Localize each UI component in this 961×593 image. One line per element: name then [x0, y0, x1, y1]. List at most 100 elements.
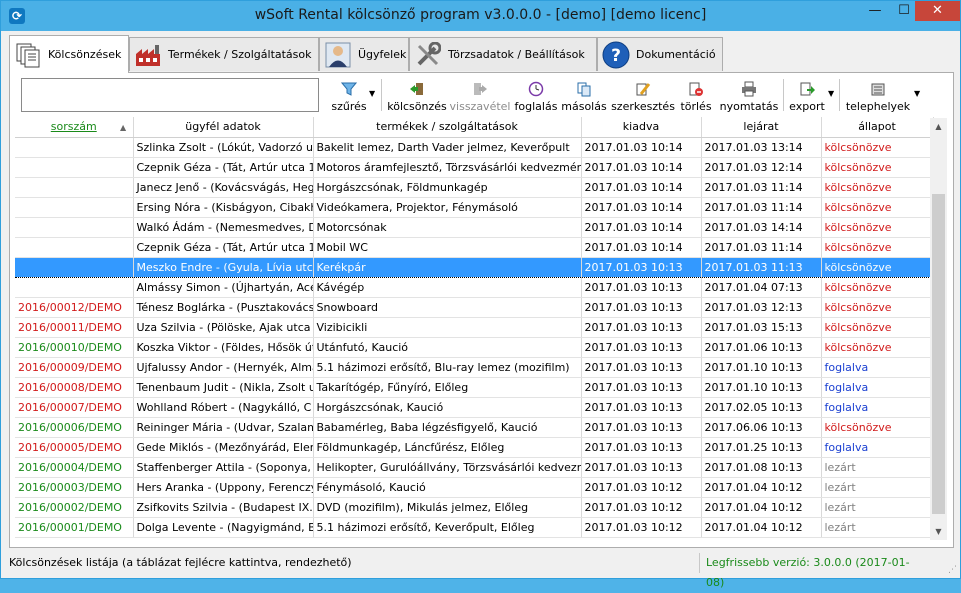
cell-items: Horgászcsónak, Kaució — [313, 397, 582, 418]
status-bar: Kölcsönzések listája (a táblázat fejlécr… — [1, 549, 960, 589]
cell-issued: 2017.01.03 10:13 — [581, 397, 702, 418]
copy-button[interactable]: másolás — [561, 77, 607, 113]
table-row[interactable]: Czepnik Géza - (Tát, Artúr utca 14 Mobil … — [15, 237, 934, 258]
building-icon — [868, 80, 888, 98]
tab-master-data-label: Törzsadatok / Beállítások — [448, 48, 585, 61]
table-row[interactable]: Janecz Jenő - (Kovácsvágás, Hegy Horgászc… — [15, 177, 934, 198]
column-header-status[interactable]: állapot — [821, 117, 934, 138]
scroll-down-icon[interactable]: ▼ — [930, 523, 947, 540]
cell-items: Babamérleg, Baba légzésfigyelő, Kaució — [313, 417, 582, 438]
table-row[interactable]: 2016/00011/DEMO Uza Szilvia - (Pölöske, A… — [15, 317, 934, 338]
tab-clients[interactable]: Ügyfelek — [319, 37, 409, 71]
reserve-button[interactable]: foglalás — [513, 77, 559, 113]
svg-text:?: ? — [611, 46, 621, 66]
cell-issued: 2017.01.03 10:13 — [581, 417, 702, 438]
cell-status: kölcsönözve — [821, 297, 934, 318]
column-header-due[interactable]: lejárat — [701, 117, 822, 138]
filter-dropdown-arrow[interactable]: ▼ — [369, 89, 375, 98]
table-row[interactable]: 2016/00007/DEMO Wohlland Róbert - (Nagyká… — [15, 397, 934, 418]
toolbar-separator — [381, 79, 382, 111]
search-input[interactable] — [21, 78, 319, 112]
table-row[interactable]: 2016/00001/DEMO Dolga Levente - (Nagyigmá… — [15, 517, 934, 538]
table-row[interactable]: 2016/00005/DEMO Gede Miklós - (Mezőnyárád… — [15, 437, 934, 458]
latest-version-text: Legfrissebb verzió: 3.0.0.0 (2017-01-08) — [699, 553, 919, 589]
table-row[interactable]: Czepnik Géza - (Tát, Artúr utca 14 Motoro… — [15, 157, 934, 178]
cell-due: 2017.01.04 07:13 — [701, 277, 822, 298]
cell-client: Janecz Jenő - (Kovácsvágás, Hegy — [133, 177, 314, 198]
column-header-number[interactable]: sorszám ▲ — [15, 117, 134, 138]
tab-master-data[interactable]: Törzsadatok / Beállítások — [409, 37, 597, 71]
cell-due: 2017.01.04 10:12 — [701, 517, 822, 538]
cell-status: lezárt — [821, 497, 934, 518]
rent-button[interactable]: kölcsönzés — [387, 77, 447, 113]
maximize-button[interactable]: ☐ — [891, 1, 917, 21]
edit-button[interactable]: szerkesztés — [611, 77, 675, 113]
cell-issued: 2017.01.03 10:13 — [581, 337, 702, 358]
column-header-items[interactable]: termékek / szolgáltatások — [313, 117, 582, 138]
cell-status: foglalva — [821, 357, 934, 378]
cell-status: foglalva — [821, 377, 934, 398]
export-dropdown-arrow[interactable]: ▼ — [828, 89, 834, 98]
table-row[interactable]: 2016/00009/DEMO Ujfalussy Andor - (Hernyé… — [15, 357, 934, 378]
delete-button[interactable]: törlés — [677, 77, 715, 113]
table-row[interactable]: Almássy Simon - (Újhartyán, Acé Kávégép 20… — [15, 277, 934, 298]
cell-due: 2017.01.06 10:13 — [701, 337, 822, 358]
cell-due: 2017.01.03 11:14 — [701, 197, 822, 218]
table-row[interactable]: 2016/00006/DEMO Reininger Mária - (Udvar,… — [15, 417, 934, 438]
cell-due: 2017.01.03 11:14 — [701, 237, 822, 258]
filter-button[interactable]: szűrés — [329, 77, 369, 113]
cell-status: kölcsönözve — [821, 217, 934, 238]
close-button[interactable]: ✕ — [915, 1, 960, 21]
cell-items: Kávégép — [313, 277, 582, 298]
title-bar[interactable]: ⟳ wSoft Rental kölcsönző program v3.0.0.… — [1, 1, 960, 31]
column-header-client[interactable]: ügyfél adatok — [133, 117, 314, 138]
cell-issued: 2017.01.03 10:13 — [581, 277, 702, 298]
table-row[interactable]: 2016/00008/DEMO Tenenbaum Judit - (Nikla,… — [15, 377, 934, 398]
cell-items: 5.1 házimozi erősítő, Blu-ray lemez (moz… — [313, 357, 582, 378]
table-row[interactable]: 2016/00010/DEMO Koszka Viktor - (Földes, … — [15, 337, 934, 358]
cell-status: foglalva — [821, 397, 934, 418]
column-header-issued[interactable]: kiadva — [581, 117, 702, 138]
table-row[interactable]: Walkó Ádám - (Nemesmedves, D Motorcsónak 2… — [15, 217, 934, 238]
cell-due: 2017.01.10 10:13 — [701, 357, 822, 378]
table-row[interactable]: Szlinka Zsolt - (Lókút, Vadorzó utca Bake… — [15, 137, 934, 158]
sites-button[interactable]: telephelyek — [845, 77, 911, 113]
scrollbar-thumb[interactable] — [932, 194, 945, 514]
cell-issued: 2017.01.03 10:12 — [581, 517, 702, 538]
cell-due: 2017.01.03 15:13 — [701, 317, 822, 338]
cell-status: lezárt — [821, 477, 934, 498]
table-header: sorszám ▲ ügyfél adatok termékek / szolgá… — [15, 117, 934, 138]
cell-due: 2017.01.25 10:13 — [701, 437, 822, 458]
cell-items: Vizibicikli — [313, 317, 582, 338]
table-row[interactable]: Meszko Endre - (Gyula, Lívia utca Kerékpá… — [15, 256, 934, 278]
vertical-scrollbar[interactable]: ▲ ▼ — [930, 118, 947, 540]
cell-client: Dolga Levente - (Nagyigmánd, B — [133, 517, 314, 538]
scroll-up-icon[interactable]: ▲ — [930, 118, 947, 135]
toolbar-separator — [783, 79, 784, 111]
print-button[interactable]: nyomtatás — [717, 77, 781, 113]
export-button[interactable]: export — [787, 77, 827, 113]
table-row[interactable]: 2016/00003/DEMO Hers Aranka - (Uppony, Fe… — [15, 477, 934, 498]
cell-number: 2016/00011/DEMO — [15, 317, 134, 338]
rentals-table[interactable]: sorszám ▲ ügyfél adatok termékek / szolgá… — [15, 117, 947, 540]
cell-due: 2017.01.04 10:12 — [701, 477, 822, 498]
copy-icon — [574, 80, 594, 98]
table-row[interactable]: 2016/00002/DEMO Zsifkovits Szilvia - (Bud… — [15, 497, 934, 518]
table-row[interactable]: 2016/00004/DEMO Staffenberger Attila - (S… — [15, 457, 934, 478]
tab-documentation[interactable]: ? Dokumentáció — [597, 37, 723, 71]
cell-issued: 2017.01.03 10:14 — [581, 157, 702, 178]
cell-number — [15, 256, 134, 278]
cell-items: Mobil WC — [313, 237, 582, 258]
table-row[interactable]: Ersing Nóra - (Kisbágyon, Cibakh Videókam… — [15, 197, 934, 218]
cell-client: Ersing Nóra - (Kisbágyon, Cibakh — [133, 197, 314, 218]
return-button[interactable]: visszavétel — [449, 77, 511, 113]
tab-rentals[interactable]: Kölcsönzések — [9, 35, 129, 73]
tab-products[interactable]: Termékek / Szolgáltatások — [129, 37, 319, 71]
cell-items: Motoros áramfejlesztő, Törzsvásárlói ked… — [313, 157, 582, 178]
sites-dropdown-arrow[interactable]: ▼ — [914, 89, 920, 98]
cell-number — [15, 177, 134, 198]
cell-status: kölcsönözve — [821, 137, 934, 158]
table-row[interactable]: 2016/00012/DEMO Ténesz Boglárka - (Puszta… — [15, 297, 934, 318]
minimize-button[interactable]: — — [861, 1, 889, 21]
resize-grip-icon[interactable]: ⋰ — [948, 565, 957, 575]
